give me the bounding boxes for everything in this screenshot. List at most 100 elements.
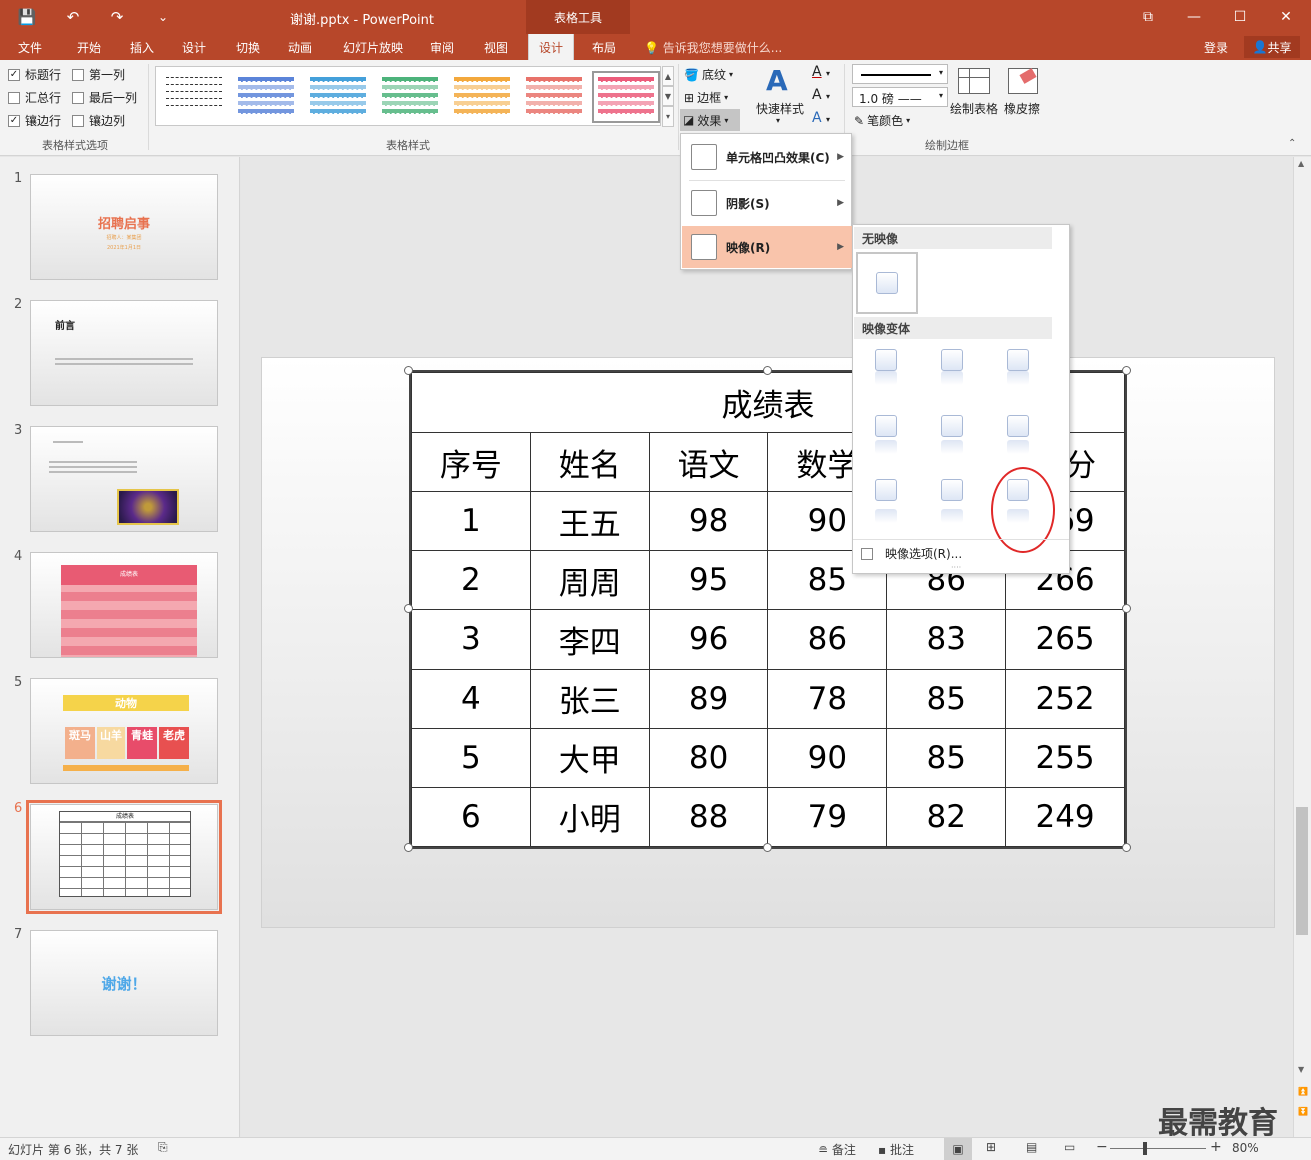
table-cell[interactable]: 3 [411,609,531,670]
table-style-swatch[interactable] [236,75,296,119]
table-cell[interactable]: 82 [886,786,1007,848]
table-cell[interactable]: 4 [411,668,531,729]
table-cell[interactable]: 85 [886,727,1007,788]
reflection-variant-2[interactable] [941,349,963,385]
spelling-icon[interactable]: ⎘ [158,1140,168,1155]
resize-handle[interactable] [1122,366,1131,375]
comments-button[interactable]: ▪ 批注 [878,1141,914,1158]
slide-thumbnail-5[interactable]: 动物 斑马 山羊 青蛙 老虎 [30,678,218,784]
tab-view[interactable]: 视图 [474,34,518,60]
table-cell[interactable]: 大甲 [529,727,650,788]
table-style-swatch-selected[interactable] [592,71,660,123]
tab-table-design[interactable]: 设计 [528,34,574,60]
table-cell[interactable]: 80 [648,727,769,788]
slide-thumbnail-6-selected[interactable]: 成绩表 [26,800,222,914]
gallery-up-button[interactable]: ▲ [662,66,674,86]
eraser-label[interactable]: 橡皮擦 [1004,100,1040,117]
zoom-out-button[interactable]: − [1096,1139,1108,1155]
text-outline-icon[interactable]: A ▾ [812,87,830,103]
table-style-swatch[interactable] [380,75,440,119]
slideshow-icon[interactable]: ▭ [1064,1140,1075,1154]
resize-handle[interactable] [763,366,772,375]
close-button[interactable]: ✕ [1266,4,1306,30]
reading-view-icon[interactable]: ▤ [1026,1140,1037,1154]
zoom-slider-track[interactable] [1110,1148,1206,1149]
draw-table-label[interactable]: 绘制表格 [950,100,998,117]
table-cell[interactable]: 255 [1005,727,1125,788]
gallery-down-button[interactable]: ▼ [662,86,674,106]
banded-rows-checkbox[interactable]: ✓ 镶边行 [8,112,61,129]
tab-slideshow[interactable]: 幻灯片放映 [336,34,410,60]
tab-design[interactable]: 设计 [172,34,216,60]
table-style-swatch[interactable] [452,75,512,119]
zoom-level[interactable]: 80% [1232,1141,1259,1155]
tab-insert[interactable]: 插入 [120,34,164,60]
resize-grip-icon[interactable]: ···· [951,563,961,572]
table-cell[interactable]: 2 [411,550,531,611]
tab-transitions[interactable]: 切换 [226,34,270,60]
pen-color-button[interactable]: ✎ 笔颜色 ▾ [854,112,910,129]
reflection-variant-7[interactable] [875,479,897,523]
tab-table-layout[interactable]: 布局 [582,34,626,60]
table-cell[interactable]: 96 [648,609,769,670]
login-link[interactable]: 登录 [1204,39,1228,56]
table-cell[interactable]: 79 [767,786,888,848]
maximize-button[interactable]: ☐ [1220,4,1260,30]
table-cell[interactable]: 张三 [529,668,650,729]
pen-style-select[interactable]: ▾ [852,64,948,84]
border-button[interactable]: ⊞ 边框 ▾ [684,89,728,106]
vertical-scrollbar[interactable]: ▲ ▼ ⏫ ⏬ [1293,157,1311,1137]
quick-styles-icon[interactable]: A [766,64,788,97]
effects-button[interactable]: ◪ 效果 ▾ [680,109,740,131]
reflection-variant-4[interactable] [875,415,897,454]
table-cell[interactable]: 252 [1005,668,1125,729]
save-icon[interactable]: 💾 [14,6,40,28]
table-style-swatch[interactable] [308,75,368,119]
scroll-down-icon[interactable]: ▼ [1298,1065,1304,1074]
resize-handle[interactable] [404,366,413,375]
ribbon-display-icon[interactable]: ⧉ [1128,4,1168,30]
table-style-swatch[interactable] [164,75,224,119]
table-cell[interactable]: 95 [648,550,769,611]
table-cell[interactable]: 90 [767,727,888,788]
reflection-variant-8[interactable] [941,479,963,523]
slide-thumbnail-3[interactable] [30,426,218,532]
menu-item-cell-bevel[interactable]: 单元格凹凸效果(C) ▶ [682,136,852,178]
resize-handle[interactable] [404,843,413,852]
eraser-icon[interactable] [1008,68,1038,94]
collapse-ribbon-icon[interactable]: ⌃ [1288,138,1296,149]
table-cell[interactable]: 88 [648,786,769,848]
table-header-cell[interactable]: 语文 [648,431,769,493]
reflection-variant-3[interactable] [1007,349,1029,385]
tab-home[interactable]: 开始 [66,34,112,60]
resize-handle[interactable] [404,604,413,613]
draw-table-icon[interactable] [958,68,990,94]
reflection-variant-6[interactable] [1007,415,1029,454]
resize-handle[interactable] [1122,604,1131,613]
share-button[interactable]: 👤 共享 [1244,36,1300,58]
undo-icon[interactable]: ↶ [58,6,88,28]
tab-animations[interactable]: 动画 [278,34,322,60]
tab-file[interactable]: 文件 [8,34,52,60]
menu-item-shadow[interactable]: 阴影(S) ▶ [682,182,852,224]
customize-qat-icon[interactable]: ⌄ [152,6,174,28]
table-style-swatch[interactable] [524,75,584,119]
scroll-up-icon[interactable]: ▲ [1298,159,1304,168]
normal-view-icon[interactable]: ▣ [944,1138,972,1160]
slide-thumbnail-2[interactable]: 前言 [30,300,218,406]
text-fill-icon[interactable]: A ▾ [812,64,830,80]
table-cell[interactable]: 249 [1005,786,1125,848]
minimize-button[interactable]: — [1174,4,1214,30]
tell-me-search[interactable]: 💡 告诉我您想要做什么... [644,39,782,56]
last-column-checkbox[interactable]: 最后一列 [72,89,137,106]
no-reflection-option[interactable] [856,252,918,314]
pen-weight-select[interactable]: 1.0 磅 —— ▾ [852,87,948,107]
slide-thumbnail-7[interactable]: 谢谢！ [30,930,218,1036]
table-cell[interactable]: 98 [648,491,769,552]
menu-item-reflection[interactable]: 映像(R) ▶ [682,226,852,268]
reflection-variant-5[interactable] [941,415,963,454]
first-column-checkbox[interactable]: 第一列 [72,66,125,83]
slide-thumbnail-1[interactable]: 招聘启事 招聘人：某集团 2021年1月1日 [30,174,218,280]
table-cell[interactable]: 83 [886,609,1007,670]
slide-thumbnail-4[interactable]: 成绩表 [30,552,218,658]
